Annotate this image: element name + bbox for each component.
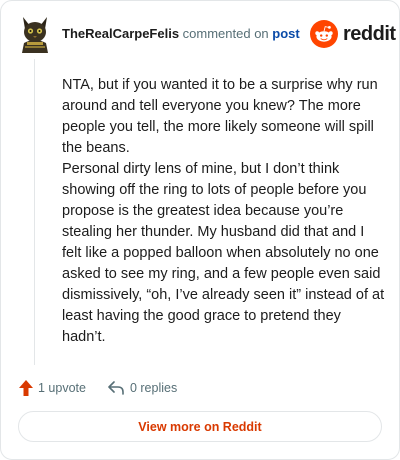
reply-arrow-icon — [108, 381, 124, 395]
username-link[interactable]: TheRealCarpeFelis — [62, 26, 179, 41]
reply-count: 0 replies — [129, 381, 178, 395]
action-text: commented on — [182, 26, 269, 41]
thread-line — [34, 59, 35, 365]
reply-button[interactable]: 0 replies — [107, 380, 177, 396]
upvote-count: 1 upvote — [38, 381, 86, 395]
upvote-button[interactable]: 1 upvote — [18, 379, 107, 397]
comment-actions: 1 upvote 0 replies — [18, 377, 177, 399]
comment-paragraph: NTA, but if you wanted it to be a surpri… — [62, 77, 378, 156]
cat-avatar-icon — [22, 17, 48, 53]
embedded-comment-card: TheRealCarpeFelis commented on post redd… — [0, 0, 400, 460]
reddit-logo[interactable]: reddit — [310, 20, 396, 48]
avatar[interactable] — [15, 13, 55, 53]
post-link[interactable]: post — [272, 26, 299, 41]
comment-header: TheRealCarpeFelis commented on post — [62, 26, 300, 41]
comment-paragraph: Personal dirty lens of mine, but I don’t… — [62, 161, 385, 345]
view-more-button[interactable]: View more on Reddit — [18, 411, 382, 442]
comment-body: NTA, but if you wanted it to be a surpri… — [62, 75, 387, 348]
upvote-arrow-icon — [19, 380, 33, 396]
reddit-wordmark: reddit — [343, 22, 396, 45]
reddit-snoo-icon — [310, 20, 338, 48]
